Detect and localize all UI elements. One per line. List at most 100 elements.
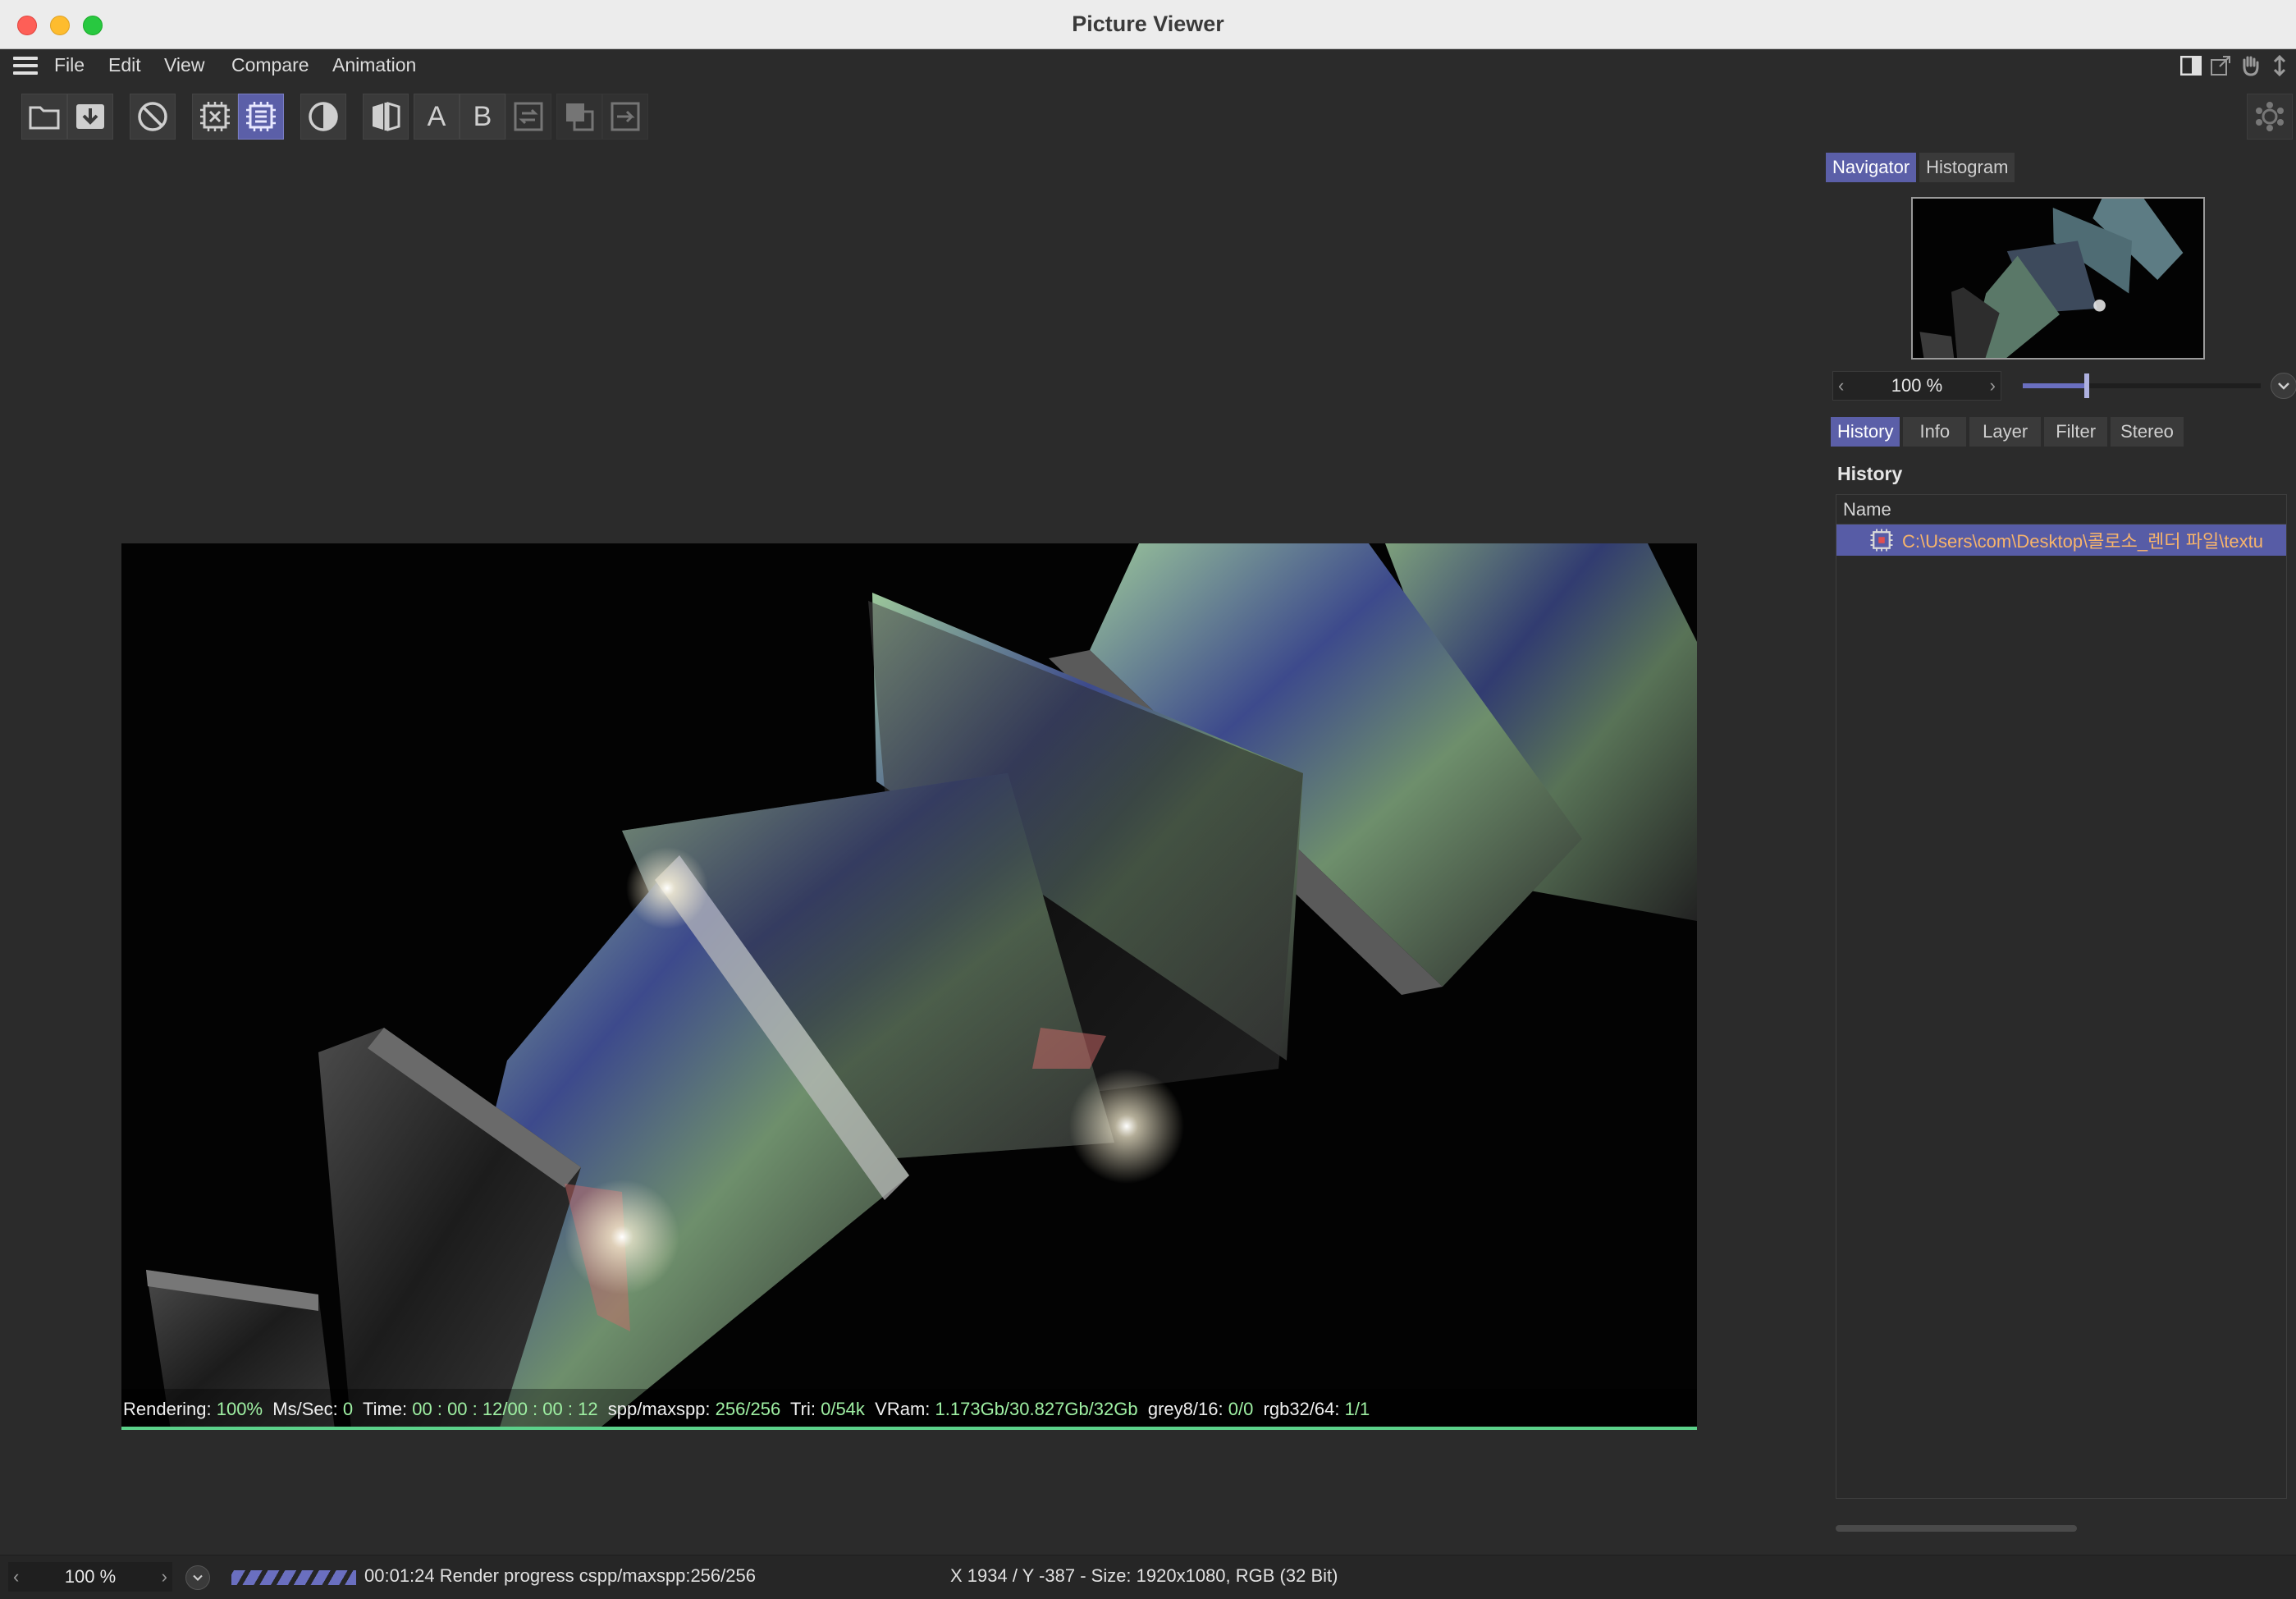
navigator-preview-graphic xyxy=(1915,199,2203,358)
chevron-down-icon xyxy=(193,1574,203,1581)
tab-info[interactable]: Info xyxy=(1903,417,1967,447)
open-file-button[interactable] xyxy=(21,94,67,140)
menu-compare[interactable]: Compare xyxy=(231,54,309,76)
zoom-slider[interactable] xyxy=(2023,373,2261,398)
vram-label: VRam: xyxy=(875,1399,931,1419)
status-bar: ‹ 100 % › 00:01:24 Render progress cspp/… xyxy=(0,1555,2296,1599)
status-zoom-dropdown[interactable] xyxy=(185,1565,210,1590)
history-column-name[interactable]: Name xyxy=(1836,495,2286,525)
ab-compare-button[interactable] xyxy=(363,94,409,140)
tab-history[interactable]: History xyxy=(1831,417,1900,447)
status-zoom-field[interactable]: ‹ 100 % › xyxy=(8,1562,172,1592)
ab-compare-icon xyxy=(373,101,400,132)
navigator-zoom-field[interactable]: ‹ 100 % › xyxy=(1832,371,2001,401)
hamburger-menu-icon[interactable] xyxy=(13,57,38,76)
render-history-icon xyxy=(1870,529,1893,552)
history-item-name: C:\Users\com\Desktop\콜로소_렌더 파일\textu xyxy=(1902,531,2264,552)
layer-copy-icon xyxy=(566,103,594,131)
chevron-right-icon[interactable]: › xyxy=(1990,372,1996,400)
contrast-button[interactable] xyxy=(300,94,346,140)
window-layout-icons xyxy=(2179,54,2291,79)
mssec-value: 0 xyxy=(342,1399,354,1419)
rgb-value: 1/1 xyxy=(1344,1399,1370,1419)
rendering-label: Rendering: xyxy=(123,1399,212,1419)
time-label: Time: xyxy=(362,1399,408,1419)
navigator-zoom-value: 100 % xyxy=(1891,375,1943,396)
spp-label: spp/maxspp: xyxy=(607,1399,711,1419)
navigator-tabs: Navigator Histogram xyxy=(1826,153,2015,182)
set-b-icon: B xyxy=(473,100,492,132)
cursor-coordinates: X 1934 / Y -387 - Size: 1920x1080, RGB (… xyxy=(950,1565,1338,1586)
folder-open-icon xyxy=(29,106,60,130)
render-progress-bar xyxy=(231,1570,356,1585)
tab-navigator[interactable]: Navigator xyxy=(1826,153,1917,182)
navigator-zoom-row: ‹ 100 % › xyxy=(1832,371,2296,401)
export-icon xyxy=(611,102,640,131)
render-complete-bar xyxy=(121,1427,1697,1430)
panel-horizontal-scrollbar[interactable] xyxy=(1836,1525,2077,1532)
grey-value: 0/0 xyxy=(1228,1399,1254,1419)
layer-copy-button[interactable] xyxy=(556,94,602,140)
tri-value: 0/54k xyxy=(821,1399,865,1419)
history-section-title: History xyxy=(1837,463,1903,484)
window-title: Picture Viewer xyxy=(1072,11,1224,36)
tri-label: Tri: xyxy=(790,1399,816,1419)
render-region-icon xyxy=(200,102,230,131)
tab-histogram[interactable]: Histogram xyxy=(1919,153,2015,182)
rendering-value: 100% xyxy=(216,1399,263,1419)
render-info-overlay: Rendering: 100% Ms/Sec: 0 Time: 00 : 00 … xyxy=(121,1399,1697,1427)
menu-animation[interactable]: Animation xyxy=(332,54,416,76)
save-image-button[interactable] xyxy=(67,94,113,140)
navigator-thumbnail[interactable] xyxy=(1911,197,2205,360)
render-settings-button[interactable] xyxy=(2247,94,2293,140)
set-b-button[interactable]: B xyxy=(460,94,505,140)
chevron-left-icon[interactable]: ‹ xyxy=(1838,372,1844,400)
tab-layer[interactable]: Layer xyxy=(1969,417,2042,447)
chevron-left-icon[interactable]: ‹ xyxy=(13,1562,19,1592)
image-viewport[interactable]: Rendering: 100% Ms/Sec: 0 Time: 00 : 00 … xyxy=(8,149,1818,1555)
render-full-button[interactable] xyxy=(238,94,284,140)
menu-bar: File Edit View Compare Animation xyxy=(0,49,2296,84)
zoom-slider-fill xyxy=(2023,383,2088,388)
history-row[interactable]: C:\Users\com\Desktop\콜로소_렌더 파일\textu xyxy=(1836,525,2286,556)
panel-layout-icon[interactable] xyxy=(2179,54,2202,77)
swap-ab-button[interactable] xyxy=(505,94,551,140)
toolbar: A B xyxy=(0,84,2296,149)
hand-pan-icon[interactable] xyxy=(2239,54,2262,77)
menu-edit[interactable]: Edit xyxy=(108,54,141,76)
render-full-icon xyxy=(246,102,276,131)
render-progress-text: 00:01:24 Render progress cspp/maxspp:256… xyxy=(364,1565,756,1586)
history-table: Name C:\Users\com\Desktop\콜로소_렌더 파일\text… xyxy=(1836,494,2287,1499)
set-a-button[interactable]: A xyxy=(414,94,460,140)
undock-icon[interactable] xyxy=(2209,54,2232,77)
rgb-label: rgb32/64: xyxy=(1263,1399,1340,1419)
vram-value: 1.173Gb/30.827Gb/32Gb xyxy=(935,1399,1138,1419)
menu-file[interactable]: File xyxy=(54,54,85,76)
status-zoom-value: 100 % xyxy=(64,1566,117,1587)
zoom-dropdown-button[interactable] xyxy=(2271,373,2296,399)
tab-filter[interactable]: Filter xyxy=(2044,417,2108,447)
info-tabs: History Info Layer Filter Stereo xyxy=(1831,417,2184,447)
mssec-label: Ms/Sec: xyxy=(272,1399,338,1419)
spp-value: 256/256 xyxy=(715,1399,781,1419)
chevron-right-icon[interactable]: › xyxy=(162,1562,167,1592)
stop-render-icon xyxy=(138,102,167,131)
grey-label: grey8/16: xyxy=(1147,1399,1223,1419)
time-value: 00 : 00 : 12/00 : 00 : 12 xyxy=(412,1399,598,1419)
contrast-icon xyxy=(309,102,338,131)
tab-stereo[interactable]: Stereo xyxy=(2111,417,2184,447)
save-download-icon xyxy=(76,104,104,129)
swap-icon xyxy=(514,102,543,131)
zoom-slider-handle[interactable] xyxy=(2084,373,2090,398)
stop-render-button[interactable] xyxy=(130,94,176,140)
render-region-button[interactable] xyxy=(192,94,238,140)
export-button[interactable] xyxy=(602,94,648,140)
title-bar: Picture Viewer xyxy=(0,0,2296,49)
rendered-scene-graphic xyxy=(121,543,1697,1430)
move-icon[interactable] xyxy=(2268,54,2291,77)
side-panel: Navigator Histogram ‹ 100 % › History In… xyxy=(1818,149,2296,1555)
chevron-down-icon xyxy=(2278,383,2289,390)
set-a-icon: A xyxy=(427,100,446,132)
menu-view[interactable]: View xyxy=(164,54,204,76)
rendered-image[interactable]: Rendering: 100% Ms/Sec: 0 Time: 00 : 00 … xyxy=(121,543,1697,1430)
